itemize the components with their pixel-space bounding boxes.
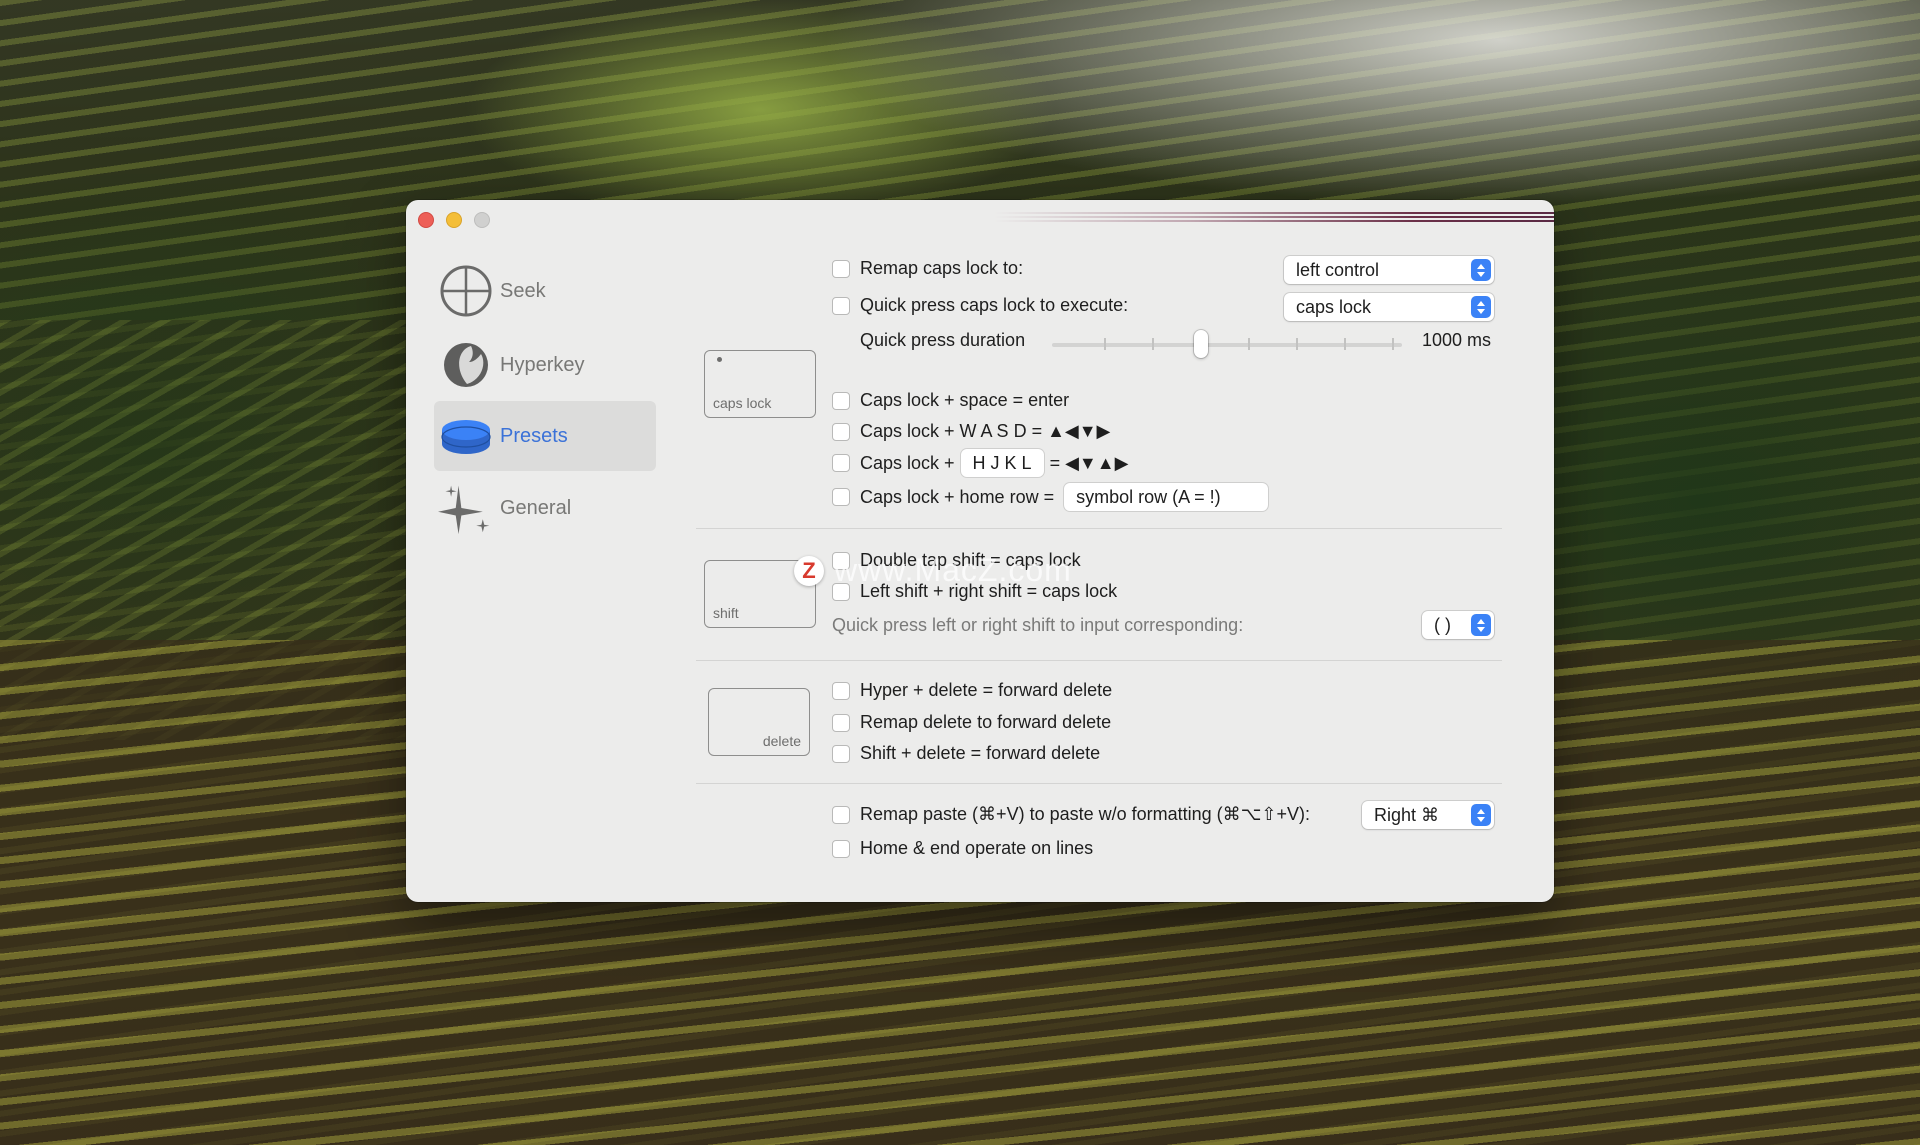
hjkl-prefix: Caps lock + (860, 452, 955, 473)
home-end-row[interactable]: Home & end operate on lines (832, 838, 1093, 859)
watermark-text: www.MacZ.com (834, 552, 1072, 588)
hyper-delete-row[interactable]: Hyper + delete = forward delete (832, 680, 1112, 701)
select-value: ( ) (1434, 614, 1451, 635)
select-stepper-icon (1471, 804, 1491, 826)
remap-delete-label: Remap delete to forward delete (860, 712, 1112, 732)
remap-delete-checkbox[interactable] (832, 713, 850, 732)
section-divider (696, 528, 1502, 529)
quick-press-shift-text: Quick press left or right shift to input… (832, 615, 1244, 635)
zoom-button[interactable] (474, 212, 490, 228)
quick-press-duration-label: Quick press duration (860, 330, 1025, 351)
shift-delete-label: Shift + delete = forward delete (860, 743, 1101, 763)
sidebar-item-label: Presets (500, 424, 568, 447)
title-bar (406, 200, 1554, 238)
sidebar-item-label: Hyperkey (500, 353, 585, 376)
sidebar-item-presets[interactable]: Presets (434, 401, 656, 471)
sidebar-item-seek[interactable]: Seek (434, 256, 656, 326)
remap-delete-row[interactable]: Remap delete to forward delete (832, 712, 1111, 733)
quick-press-shift-label: Quick press left or right shift to input… (832, 615, 1243, 636)
section-divider (696, 783, 1502, 784)
titlebar-accent-lines (994, 212, 1554, 226)
wasd-row[interactable]: Caps lock + W A S D = ▲◀▼▶ (832, 421, 1110, 442)
quick-press-capslock-checkbox[interactable] (832, 296, 850, 315)
sidebar-item-label: Seek (500, 279, 546, 302)
space-enter-label: Caps lock + space = enter (860, 390, 1070, 410)
select-stepper-icon (1471, 259, 1491, 281)
section-divider (696, 660, 1502, 661)
home-row-row[interactable]: Caps lock + home row = symbol row (A = !… (832, 483, 1274, 511)
watermark-badge: Z (794, 555, 824, 586)
presets-stack-icon (438, 408, 494, 464)
duration-slider-knob[interactable] (1194, 330, 1208, 358)
hjkl-checkbox[interactable] (832, 454, 850, 472)
sidebar-item-hyperkey[interactable]: Hyperkey (434, 330, 656, 400)
watermark: Z www.MacZ.com (794, 552, 1072, 589)
hjkl-keys-field[interactable]: H J K L (960, 449, 1044, 477)
quick-press-capslock-label: Quick press caps lock to execute: (860, 295, 1129, 315)
hjkl-suffix: = ◀▼▲▶ (1049, 452, 1129, 473)
capslock-keycap: caps lock (704, 350, 816, 418)
remap-capslock-select[interactable]: left control (1284, 256, 1494, 284)
hyperkey-icon (438, 337, 494, 393)
close-button[interactable] (418, 212, 434, 228)
select-value: Right ⌘ (1374, 804, 1440, 825)
home-end-checkbox[interactable] (832, 839, 850, 858)
select-value: caps lock (1296, 296, 1372, 317)
hjkl-row[interactable]: Caps lock + H J K L = ◀▼▲▶ (832, 449, 1128, 477)
shift-delete-checkbox[interactable] (832, 744, 850, 763)
delete-keycap: delete (708, 688, 810, 756)
duration-value-text: 1000 ms (1422, 330, 1492, 350)
minimize-button[interactable] (446, 212, 462, 228)
quick-press-shift-select[interactable]: ( ) (1422, 611, 1494, 639)
slider-tick (1392, 338, 1394, 350)
slider-tick (1104, 338, 1106, 350)
keycap-label: shift (713, 605, 739, 621)
shift-delete-row[interactable]: Shift + delete = forward delete (832, 743, 1100, 764)
slider-tick (1344, 338, 1346, 350)
space-enter-checkbox[interactable] (832, 391, 850, 410)
remap-paste-label: Remap paste (⌘+V) to paste w/o formattin… (860, 804, 1310, 824)
home-row-checkbox[interactable] (832, 488, 850, 506)
sidebar-item-label: General (500, 496, 572, 519)
remap-capslock-row[interactable]: Remap caps lock to: (832, 258, 1023, 279)
home-row-field[interactable]: symbol row (A = !) (1064, 483, 1269, 511)
slider-tick (1152, 338, 1154, 350)
quick-press-capslock-row[interactable]: Quick press caps lock to execute: (832, 295, 1128, 316)
sidebar-item-general[interactable]: General (434, 473, 656, 543)
select-stepper-icon (1471, 296, 1491, 318)
remap-paste-checkbox[interactable] (832, 805, 850, 824)
slider-tick (1248, 338, 1250, 350)
select-value: left control (1296, 259, 1380, 280)
duration-label-text: Quick press duration (860, 330, 1026, 350)
home-row-label: Caps lock + home row = (860, 486, 1055, 507)
quick-press-capslock-select[interactable]: caps lock (1284, 293, 1494, 321)
crosshair-icon (438, 263, 494, 319)
hyper-delete-checkbox[interactable] (832, 681, 850, 700)
remap-paste-select[interactable]: Right ⌘ (1362, 801, 1494, 829)
home-end-label: Home & end operate on lines (860, 838, 1094, 858)
keycap-label: caps lock (713, 395, 772, 411)
remap-capslock-label: Remap caps lock to: (860, 258, 1024, 278)
capslock-led (717, 357, 722, 362)
slider-tick (1296, 338, 1298, 350)
select-stepper-icon (1471, 614, 1491, 636)
wasd-checkbox[interactable] (832, 422, 850, 441)
keycap-label: delete (762, 733, 801, 749)
app-window: Seek Hyperkey Presets General caps lock … (406, 200, 1554, 902)
wasd-label: Caps lock + W A S D = ▲◀▼▶ (860, 421, 1111, 441)
remap-capslock-checkbox[interactable] (832, 259, 850, 278)
space-enter-row[interactable]: Caps lock + space = enter (832, 390, 1069, 411)
sparkles-icon (438, 480, 494, 536)
duration-value: 1000 ms (1422, 330, 1491, 351)
remap-paste-row[interactable]: Remap paste (⌘+V) to paste w/o formattin… (832, 804, 1310, 825)
hyper-delete-label: Hyper + delete = forward delete (860, 680, 1113, 700)
